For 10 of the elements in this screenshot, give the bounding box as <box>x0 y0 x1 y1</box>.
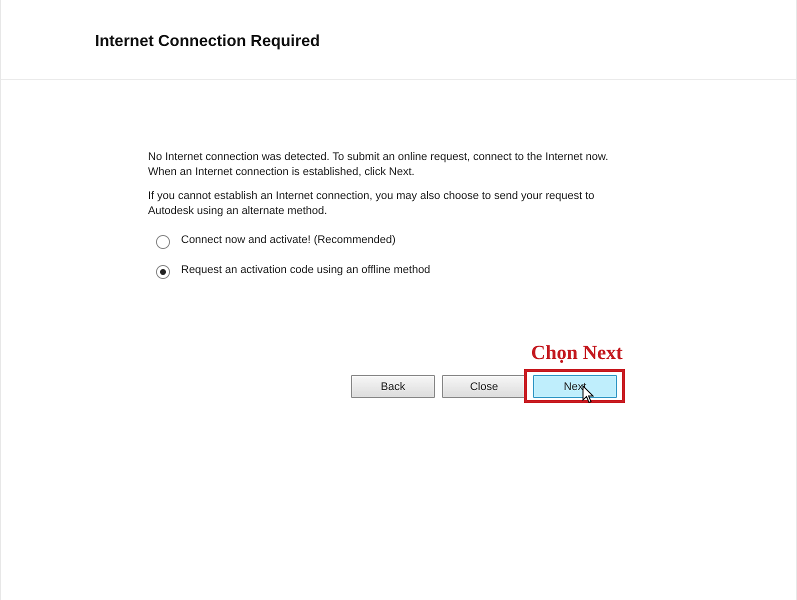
annotation-label: Chọn Next <box>531 342 623 365</box>
page-title: Internet Connection Required <box>95 32 320 50</box>
option-label[interactable]: Connect now and activate! (Recommended) <box>181 234 396 246</box>
radio-button[interactable] <box>156 265 170 279</box>
dialog-button[interactable]: Back <box>351 375 435 398</box>
radio-button[interactable] <box>156 235 170 249</box>
dialog-button[interactable]: Close <box>442 375 526 398</box>
instruction-text: If you cannot establish an Internet connection, you may also choose to send your request to Autodesk using an alternate method. <box>148 189 596 219</box>
option-label[interactable]: Request an activation code using an offline method <box>181 264 430 276</box>
instruction-text: No Internet connection was detected. To submit an online request, connect to the Internet now. When an Internet connection is established, click Next. <box>148 150 610 180</box>
